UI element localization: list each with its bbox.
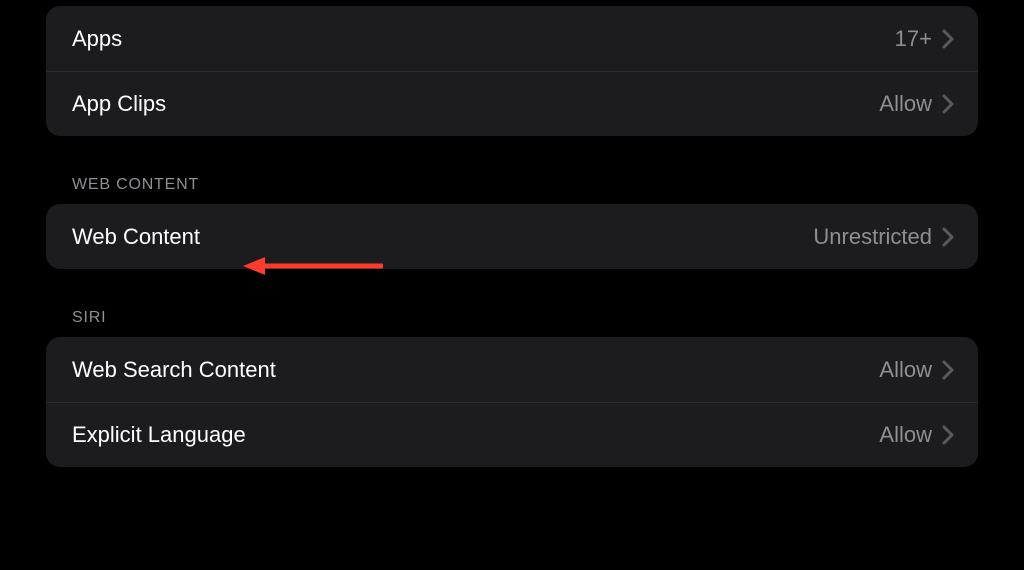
chevron-right-icon (942, 29, 954, 49)
row-web-search-content-label: Web Search Content (72, 357, 276, 383)
row-app-clips-label: App Clips (72, 91, 166, 117)
row-web-content-value: Unrestricted (813, 224, 932, 250)
web-content-header: WEB CONTENT (72, 176, 978, 194)
chevron-right-icon (942, 425, 954, 445)
web-content-group: Web Content Unrestricted (46, 204, 978, 269)
row-explicit-language-right: Allow (879, 422, 954, 448)
row-apps-right: 17+ (895, 26, 954, 52)
row-web-content[interactable]: Web Content Unrestricted (46, 204, 978, 269)
siri-section: SIRI Web Search Content Allow Explicit L… (46, 309, 978, 467)
siri-header: SIRI (72, 309, 978, 327)
row-explicit-language-label: Explicit Language (72, 422, 246, 448)
row-web-content-label: Web Content (72, 224, 200, 250)
row-explicit-language-value: Allow (879, 422, 932, 448)
chevron-right-icon (942, 227, 954, 247)
siri-group: Web Search Content Allow Explicit Langua… (46, 337, 978, 467)
web-content-section: WEB CONTENT Web Content Unrestricted (46, 176, 978, 269)
row-web-search-content[interactable]: Web Search Content Allow (46, 337, 978, 402)
chevron-right-icon (942, 94, 954, 114)
row-apps[interactable]: Apps 17+ (46, 6, 978, 71)
row-apps-value: 17+ (895, 26, 932, 52)
row-web-search-content-value: Allow (879, 357, 932, 383)
row-web-content-right: Unrestricted (813, 224, 954, 250)
row-app-clips-value: Allow (879, 91, 932, 117)
row-explicit-language[interactable]: Explicit Language Allow (46, 402, 978, 467)
row-apps-label: Apps (72, 26, 122, 52)
row-web-search-content-right: Allow (879, 357, 954, 383)
row-app-clips-right: Allow (879, 91, 954, 117)
row-app-clips[interactable]: App Clips Allow (46, 71, 978, 136)
top-settings-group: Apps 17+ App Clips Allow (46, 6, 978, 136)
chevron-right-icon (942, 360, 954, 380)
